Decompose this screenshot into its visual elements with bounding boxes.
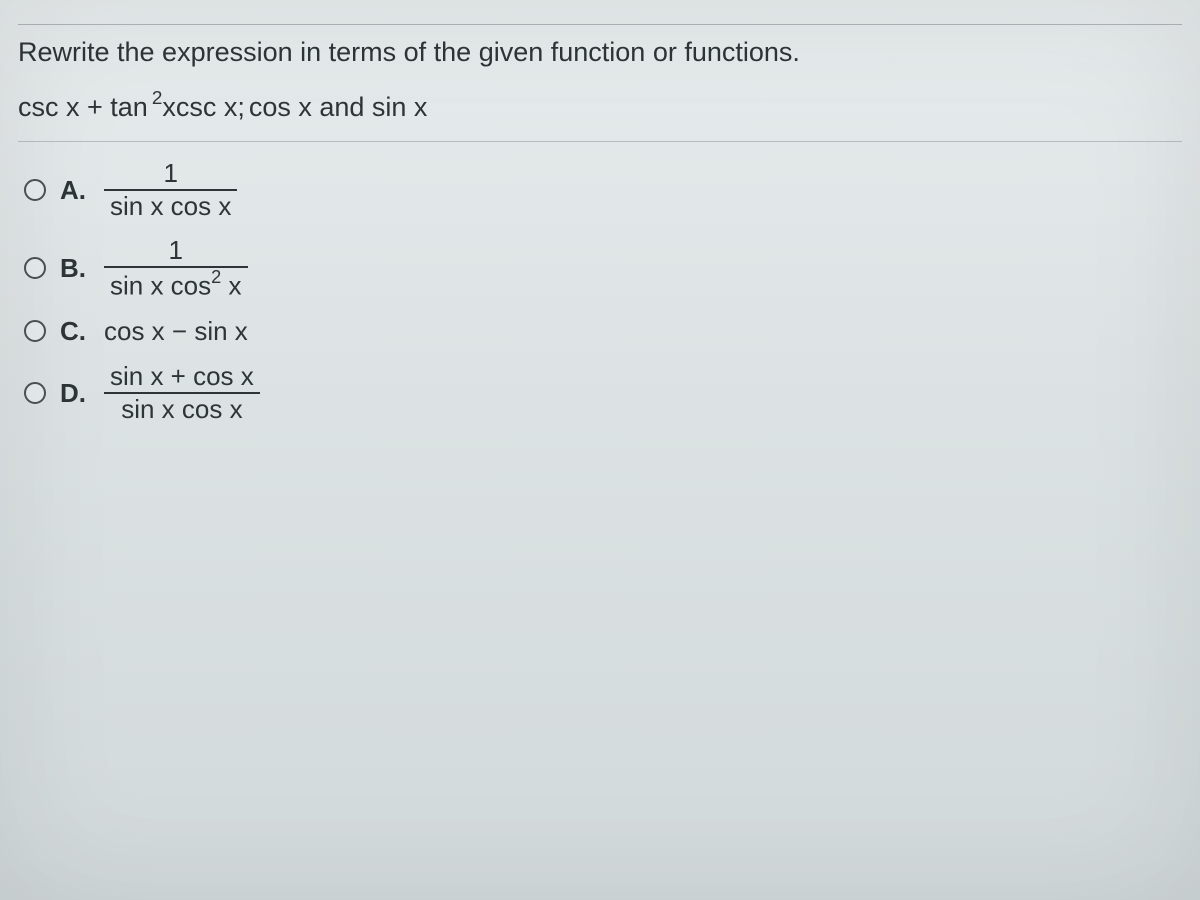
option-a[interactable]: A. 1 sin x cos x	[24, 160, 1182, 221]
option-b-den-left: sin x cos	[110, 271, 211, 301]
option-c-letter: C.	[60, 316, 90, 347]
question-page: Rewrite the expression in terms of the g…	[0, 0, 1200, 900]
radio-a[interactable]	[24, 179, 46, 201]
option-a-num: 1	[157, 160, 183, 187]
option-b-letter: B.	[60, 253, 90, 284]
option-b[interactable]: B. 1 sin x cos2 x	[24, 237, 1182, 300]
option-a-content: 1 sin x cos x	[104, 160, 237, 221]
expr-superscript: 2	[152, 88, 163, 109]
option-d-num: sin x + cos x	[104, 363, 260, 390]
radio-d[interactable]	[24, 382, 46, 404]
top-rule	[18, 24, 1182, 25]
option-b-fraction: 1 sin x cos2 x	[104, 237, 248, 300]
question-prompt: Rewrite the expression in terms of the g…	[18, 37, 1182, 68]
answer-options: A. 1 sin x cos x B. 1 sin x cos2 x	[18, 160, 1182, 423]
radio-c[interactable]	[24, 320, 46, 342]
option-b-num: 1	[163, 237, 189, 264]
option-d-content: sin x + cos x sin x cos x	[104, 363, 260, 424]
radio-b[interactable]	[24, 257, 46, 279]
option-b-den-right: x	[221, 271, 241, 301]
section-divider	[18, 141, 1182, 142]
option-d[interactable]: D. sin x + cos x sin x cos x	[24, 363, 1182, 424]
expression: csc x + tan 2xcsc x; cos x and sin x	[18, 90, 1182, 123]
option-a-letter: A.	[60, 175, 90, 206]
option-a-fraction: 1 sin x cos x	[104, 160, 237, 221]
fraction-bar	[104, 266, 248, 268]
expr-part2: xcsc x;	[162, 92, 245, 122]
option-d-fraction: sin x + cos x sin x cos x	[104, 363, 260, 424]
option-d-letter: D.	[60, 378, 90, 409]
option-c[interactable]: C. cos x − sin x	[24, 316, 1182, 347]
option-c-content: cos x − sin x	[104, 316, 248, 347]
option-a-den: sin x cos x	[104, 193, 237, 220]
option-d-den: sin x cos x	[115, 396, 248, 423]
option-b-den-sup: 2	[211, 267, 221, 287]
option-b-content: 1 sin x cos2 x	[104, 237, 248, 300]
expr-part1: csc x + tan	[18, 92, 148, 123]
expr-given: cos x and sin x	[249, 92, 428, 123]
option-b-den: sin x cos2 x	[104, 270, 248, 300]
